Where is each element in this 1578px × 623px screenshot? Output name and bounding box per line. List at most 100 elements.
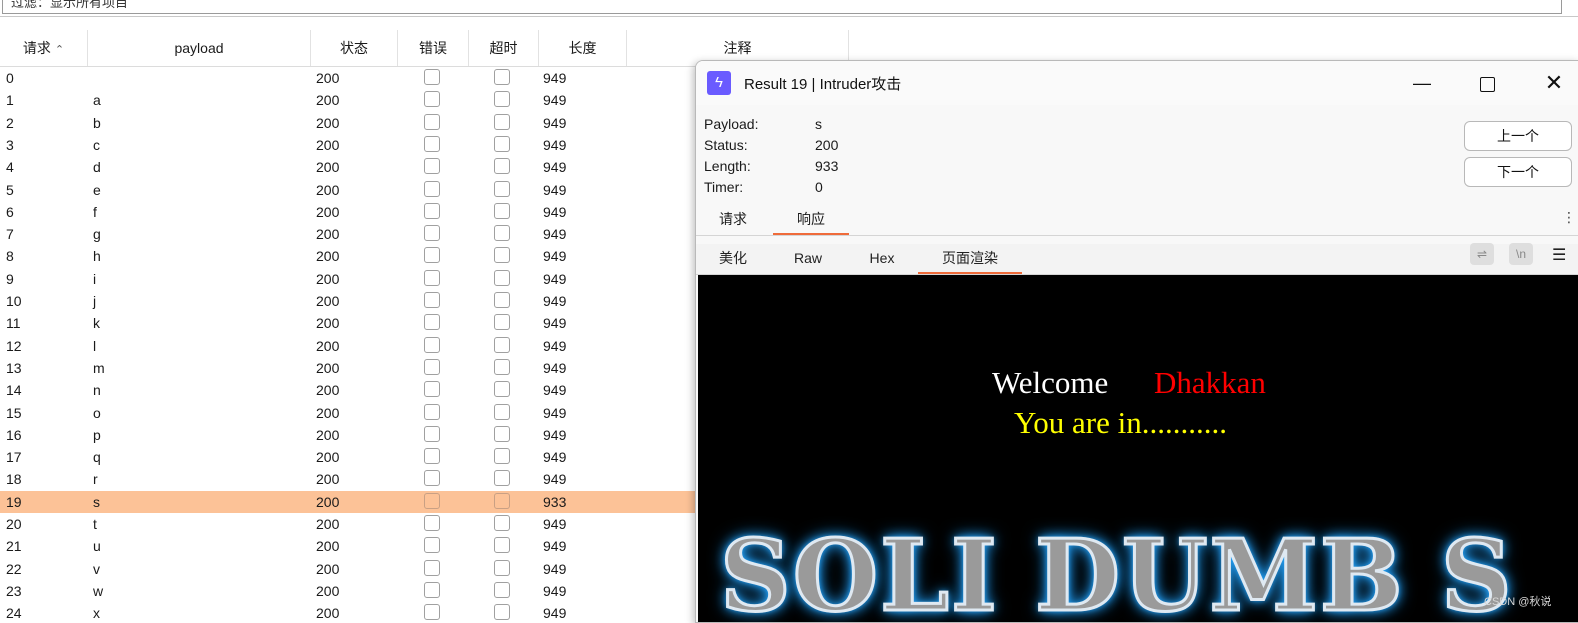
next-button[interactable]: 下一个 bbox=[1464, 157, 1572, 187]
cell-request-id: 12 bbox=[6, 337, 22, 354]
error-checkbox[interactable] bbox=[424, 604, 440, 621]
error-checkbox[interactable] bbox=[424, 559, 440, 576]
info-value: 200 bbox=[815, 137, 839, 153]
error-checkbox[interactable] bbox=[424, 91, 440, 108]
timeout-checkbox[interactable] bbox=[494, 381, 510, 398]
error-checkbox[interactable] bbox=[424, 180, 440, 197]
cell-length: 949 bbox=[543, 159, 567, 176]
table-row[interactable]: 19 s 200 933 bbox=[0, 490, 700, 513]
column-header-timeout[interactable]: 超时 bbox=[469, 30, 539, 66]
error-checkbox[interactable] bbox=[424, 492, 440, 509]
cell-status: 200 bbox=[316, 248, 340, 265]
error-checkbox[interactable] bbox=[424, 202, 440, 219]
minimize-button[interactable]: — bbox=[1402, 67, 1442, 99]
error-checkbox[interactable] bbox=[424, 247, 440, 264]
timeout-checkbox[interactable] bbox=[494, 537, 510, 554]
error-checkbox[interactable] bbox=[424, 515, 440, 531]
cell-status: 200 bbox=[316, 359, 340, 376]
error-checkbox[interactable] bbox=[424, 292, 440, 308]
timeout-checkbox[interactable] bbox=[494, 515, 510, 531]
lightning-icon: ϟ bbox=[707, 71, 731, 95]
maximize-button[interactable] bbox=[1467, 67, 1507, 99]
filter-input[interactable]: 过滤：显示所有项目 bbox=[2, 0, 1562, 14]
timeout-checkbox[interactable] bbox=[494, 180, 510, 197]
cell-status: 200 bbox=[316, 70, 340, 86]
tab-response[interactable]: 响应 bbox=[773, 207, 849, 235]
timeout-checkbox[interactable] bbox=[494, 314, 510, 331]
cell-request-id: 7 bbox=[6, 226, 14, 243]
timeout-checkbox[interactable] bbox=[494, 559, 510, 576]
tab-pretty[interactable]: 美化 bbox=[708, 244, 758, 272]
word-wrap-icon[interactable]: ⇌ bbox=[1470, 243, 1494, 265]
error-checkbox[interactable] bbox=[424, 69, 440, 85]
tab-request[interactable]: 请求 bbox=[706, 207, 760, 233]
timeout-checkbox[interactable] bbox=[494, 113, 510, 130]
cell-request-id: 16 bbox=[6, 426, 22, 443]
timeout-checkbox[interactable] bbox=[494, 336, 510, 353]
cell-request-id: 4 bbox=[6, 159, 14, 176]
error-checkbox[interactable] bbox=[424, 336, 440, 353]
error-checkbox[interactable] bbox=[424, 403, 440, 420]
close-button[interactable]: ✕ bbox=[1534, 67, 1574, 99]
timeout-checkbox[interactable] bbox=[494, 158, 510, 175]
view-tabs: 美化 Raw Hex 页面渲染 bbox=[696, 244, 1578, 275]
timeout-checkbox[interactable] bbox=[494, 581, 510, 598]
timeout-checkbox[interactable] bbox=[494, 91, 510, 108]
tab-hex[interactable]: Hex bbox=[856, 244, 908, 272]
error-checkbox[interactable] bbox=[424, 470, 440, 487]
timeout-checkbox[interactable] bbox=[494, 292, 510, 308]
cell-length: 949 bbox=[543, 582, 567, 599]
error-checkbox[interactable] bbox=[424, 314, 440, 331]
tab-raw[interactable]: Raw bbox=[784, 244, 832, 272]
timeout-checkbox[interactable] bbox=[494, 225, 510, 242]
timeout-checkbox[interactable] bbox=[494, 247, 510, 264]
error-checkbox[interactable] bbox=[424, 358, 440, 375]
error-checkbox[interactable] bbox=[424, 135, 440, 152]
cell-length: 949 bbox=[543, 538, 567, 555]
info-label: Status: bbox=[704, 137, 748, 153]
cell-payload: e bbox=[93, 181, 101, 198]
previous-button[interactable]: 上一个 bbox=[1464, 121, 1572, 151]
timeout-checkbox[interactable] bbox=[494, 492, 510, 509]
column-header-payload[interactable]: payload bbox=[88, 30, 311, 66]
error-checkbox[interactable] bbox=[424, 269, 440, 286]
window-titlebar[interactable]: ϟ Result 19 | Intruder攻击 — ✕ bbox=[696, 61, 1578, 105]
cell-length: 949 bbox=[543, 248, 567, 265]
column-header-status[interactable]: 状态 bbox=[311, 30, 398, 66]
cell-status: 200 bbox=[316, 114, 340, 131]
timeout-checkbox[interactable] bbox=[494, 604, 510, 621]
column-header-length[interactable]: 长度 bbox=[539, 30, 627, 66]
timeout-checkbox[interactable] bbox=[494, 202, 510, 219]
info-row-timer: Timer: 0 bbox=[704, 177, 1004, 198]
error-checkbox[interactable] bbox=[424, 225, 440, 242]
more-options-icon[interactable]: ⋮ bbox=[1562, 209, 1576, 226]
timeout-checkbox[interactable] bbox=[494, 403, 510, 420]
column-header-error[interactable]: 错误 bbox=[398, 30, 469, 66]
timeout-checkbox[interactable] bbox=[494, 69, 510, 85]
error-checkbox[interactable] bbox=[424, 448, 440, 465]
error-checkbox[interactable] bbox=[424, 158, 440, 175]
info-value: s bbox=[815, 116, 822, 132]
cell-status: 200 bbox=[316, 404, 340, 421]
timeout-checkbox[interactable] bbox=[494, 269, 510, 286]
cell-request-id: 19 bbox=[6, 493, 22, 510]
timeout-checkbox[interactable] bbox=[494, 358, 510, 375]
result-info: Payload: s Status: 200 Length: 933 Timer… bbox=[704, 114, 1004, 198]
error-checkbox[interactable] bbox=[424, 537, 440, 554]
timeout-checkbox[interactable] bbox=[494, 425, 510, 442]
menu-icon[interactable]: ☰ bbox=[1552, 245, 1566, 265]
cell-request-id: 6 bbox=[6, 203, 14, 220]
timeout-checkbox[interactable] bbox=[494, 448, 510, 465]
error-checkbox[interactable] bbox=[424, 425, 440, 442]
timeout-checkbox[interactable] bbox=[494, 470, 510, 487]
error-checkbox[interactable] bbox=[424, 113, 440, 130]
timeout-checkbox[interactable] bbox=[494, 135, 510, 152]
info-value: 933 bbox=[815, 158, 839, 174]
error-checkbox[interactable] bbox=[424, 581, 440, 598]
tab-render[interactable]: 页面渲染 bbox=[918, 244, 1022, 274]
error-checkbox[interactable] bbox=[424, 381, 440, 398]
cell-payload: m bbox=[93, 359, 105, 376]
show-newlines-icon[interactable]: \n bbox=[1509, 243, 1533, 265]
cell-status: 200 bbox=[316, 560, 340, 577]
column-header-request[interactable]: 请求 ⌃ bbox=[0, 30, 88, 66]
